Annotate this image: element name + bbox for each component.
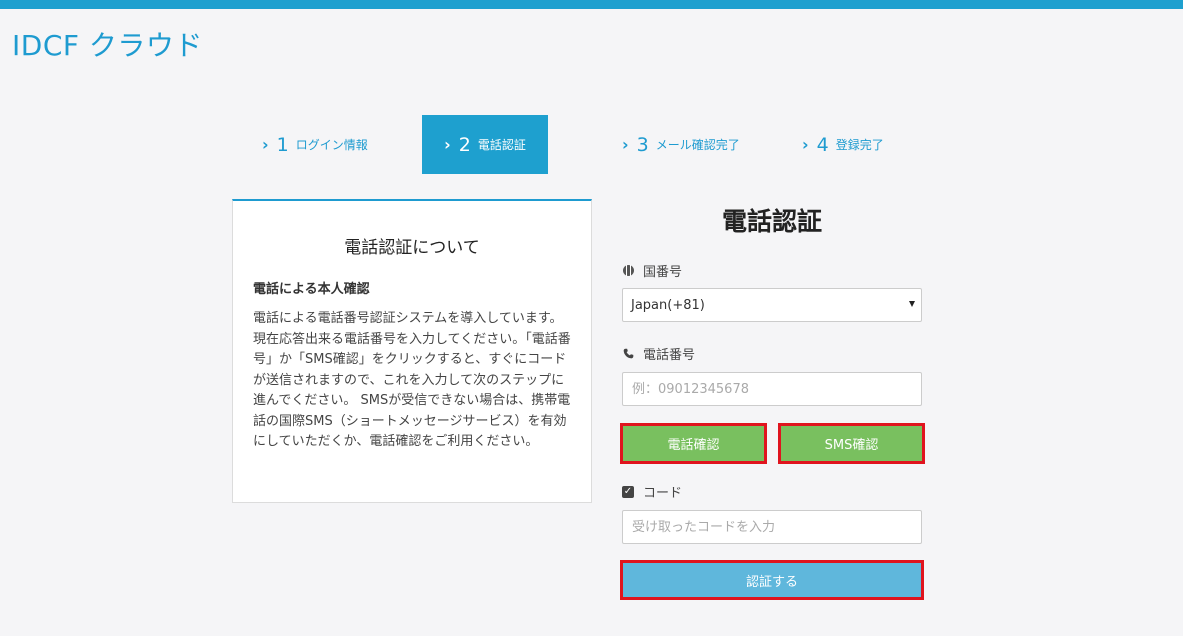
form-title: 電話認証 bbox=[721, 207, 822, 236]
step-label: 登録完了 bbox=[835, 138, 884, 152]
info-title: 電話認証について bbox=[344, 238, 480, 258]
phone-icon bbox=[623, 348, 633, 359]
country-code-select[interactable]: Japan(+81) bbox=[622, 288, 922, 322]
sms-verify-highlight: SMS確認 bbox=[778, 423, 925, 464]
checkbox-icon: ✓ bbox=[622, 485, 634, 498]
top-accent-bar bbox=[0, 0, 1183, 9]
step-number: 3 bbox=[636, 133, 649, 156]
info-subtitle: 電話による本人確認 bbox=[253, 282, 370, 297]
call-verify-button[interactable]: 電話確認 bbox=[623, 426, 764, 461]
call-verify-highlight: 電話確認 bbox=[620, 423, 767, 464]
step-number: 1 bbox=[276, 133, 289, 156]
code-input[interactable] bbox=[622, 510, 922, 544]
info-body: 電話による電話番号認証システムを導入しています。現在応答出来る電話番号を入力して… bbox=[253, 311, 571, 449]
globe-icon bbox=[622, 265, 634, 276]
step-mail-confirm: › 3 メール確認完了 bbox=[622, 115, 792, 174]
verify-highlight: 認証する bbox=[620, 560, 924, 600]
step-phone-auth: › 2 電話認証 bbox=[422, 115, 548, 174]
code-label: ✓ コード bbox=[622, 482, 682, 501]
verify-button[interactable]: 認証する bbox=[623, 563, 921, 597]
phone-number-input[interactable] bbox=[622, 372, 922, 406]
country-code-value: Japan(+81) bbox=[631, 297, 705, 313]
step-registration-complete: › 4 登録完了 bbox=[802, 115, 922, 174]
country-code-label: 国番号 bbox=[622, 261, 682, 280]
step-login-info: › 1 ログイン情報 bbox=[262, 115, 422, 174]
step-label: メール確認完了 bbox=[655, 138, 740, 152]
step-label: 電話認証 bbox=[477, 138, 526, 152]
info-panel: 電話認証について 電話による本人確認 電話による電話番号認証システムを導入してい… bbox=[232, 199, 592, 503]
step-number: 4 bbox=[816, 133, 829, 156]
caret-down-icon bbox=[909, 301, 915, 307]
step-label: ログイン情報 bbox=[295, 138, 368, 152]
chevron-right-icon: › bbox=[802, 135, 809, 154]
country-code-label-text: 国番号 bbox=[643, 265, 683, 280]
code-label-text: コード bbox=[643, 486, 683, 501]
chevron-right-icon: › bbox=[262, 135, 269, 154]
chevron-right-icon: › bbox=[444, 135, 451, 154]
step-number: 2 bbox=[458, 133, 471, 156]
sms-verify-button[interactable]: SMS確認 bbox=[781, 426, 922, 461]
phone-number-label: 電話番号 bbox=[622, 344, 695, 363]
brand-logo[interactable]: IDCF クラウド bbox=[12, 24, 203, 64]
chevron-right-icon: › bbox=[622, 135, 629, 154]
phone-number-label-text: 電話番号 bbox=[643, 348, 696, 363]
